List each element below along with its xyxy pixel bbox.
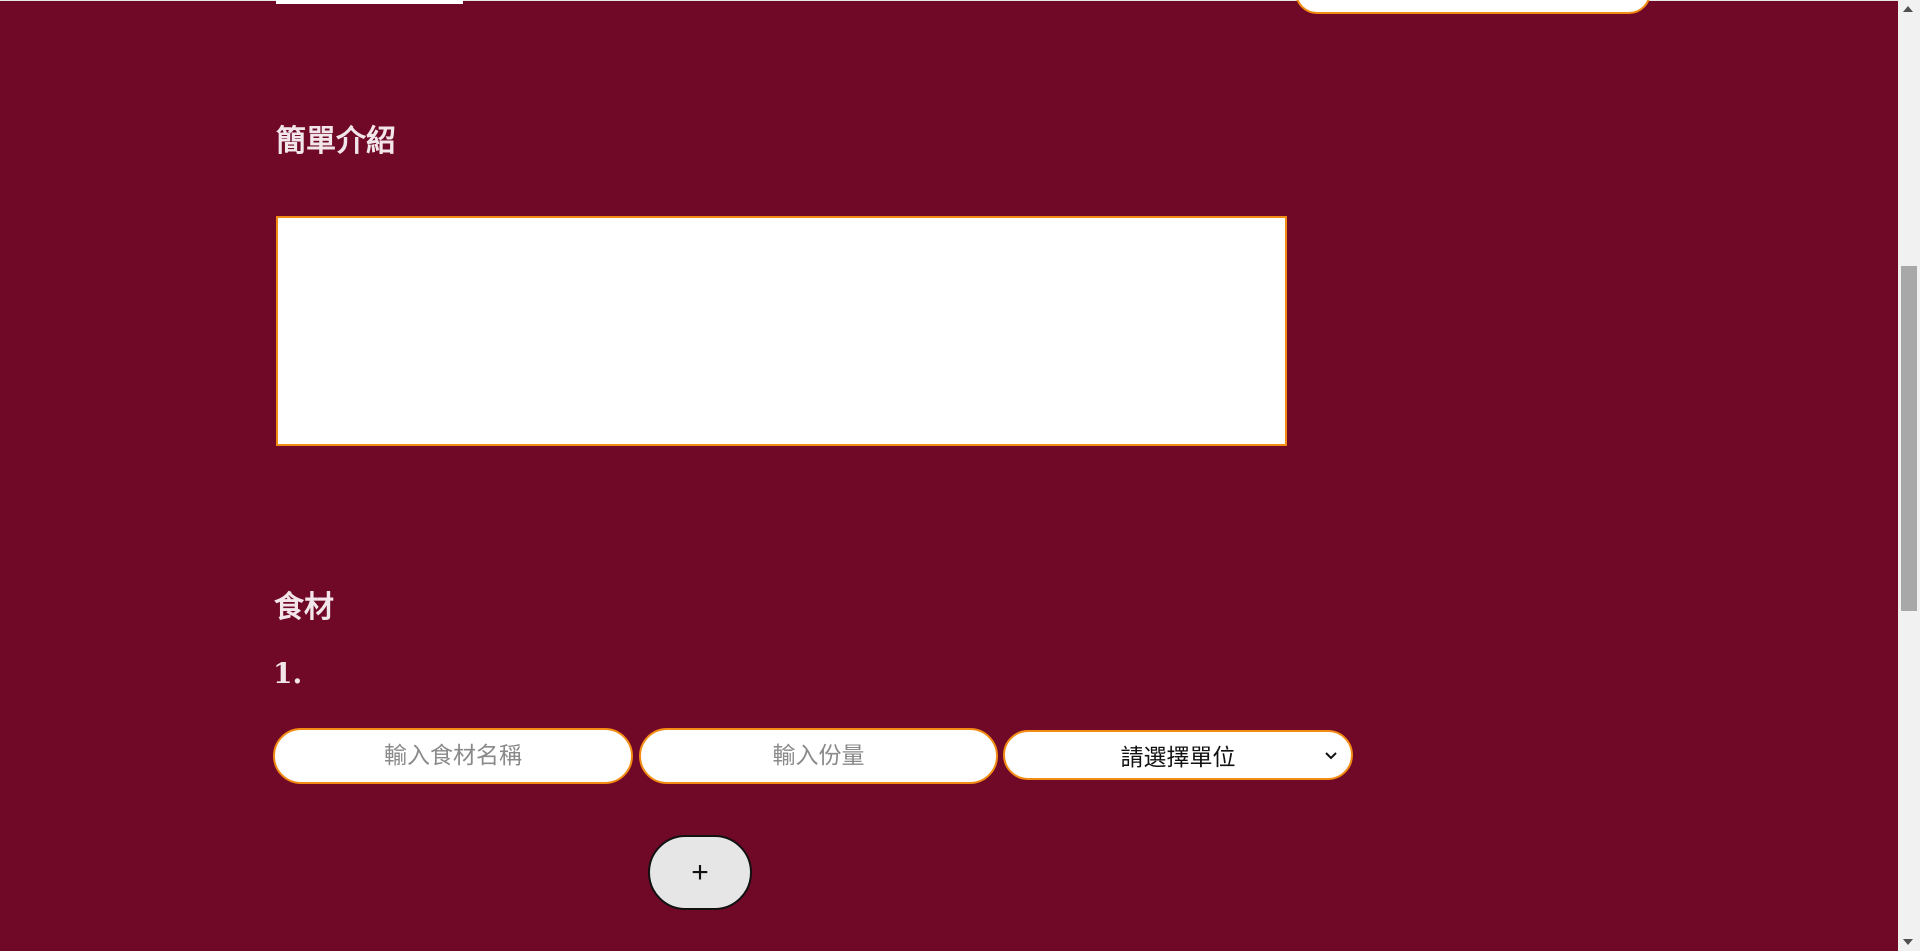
ingredient-item-number: 1. xyxy=(273,657,303,690)
previous-section-underline xyxy=(276,0,463,4)
scrollbar-thumb[interactable] xyxy=(1901,266,1917,611)
unit-select[interactable]: 請選擇單位 xyxy=(1003,730,1353,780)
chevron-down-icon xyxy=(1325,752,1337,760)
ingredient-name-input[interactable] xyxy=(273,728,633,784)
scroll-down-arrow-icon[interactable] xyxy=(1903,939,1913,945)
vertical-scrollbar[interactable] xyxy=(1898,0,1920,951)
ingredients-section-title: 食材 xyxy=(274,590,334,625)
intro-textarea[interactable] xyxy=(276,216,1287,446)
previous-field-input[interactable] xyxy=(1295,0,1651,14)
add-ingredient-button[interactable]: + xyxy=(648,835,752,910)
ingredient-quantity-input[interactable] xyxy=(639,728,998,784)
scroll-up-arrow-icon[interactable] xyxy=(1903,6,1913,12)
unit-select-value: 請選擇單位 xyxy=(1120,745,1236,771)
intro-section-title: 簡單介紹 xyxy=(276,124,396,159)
